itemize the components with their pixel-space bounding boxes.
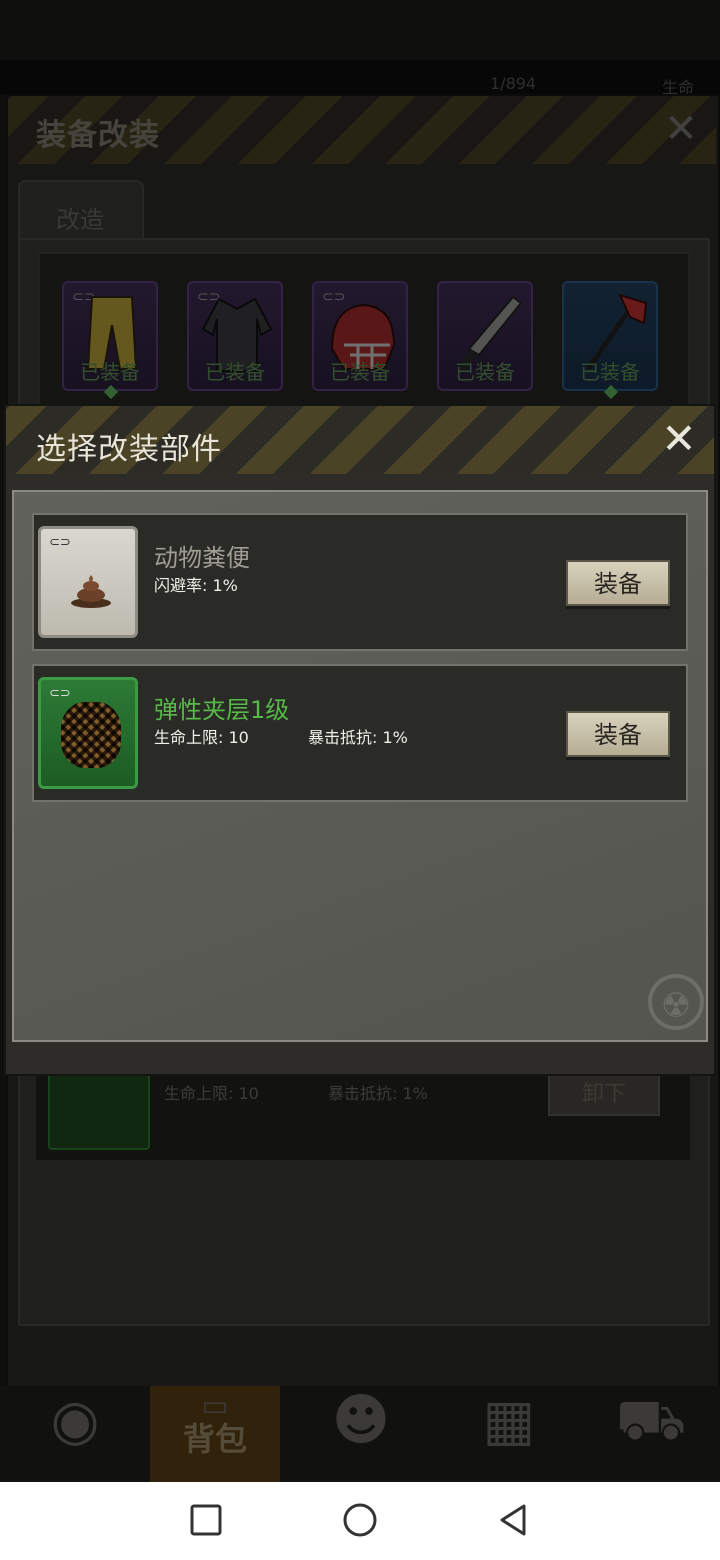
nav-skills[interactable]: ☻: [296, 1386, 426, 1482]
equip-button[interactable]: 装备: [566, 560, 670, 606]
top-status-bar: [0, 60, 720, 94]
slot-pants[interactable]: ⊂⊃ 已装备: [62, 281, 158, 400]
globe-icon: ◉: [50, 1388, 100, 1453]
head-gear-icon: ☻: [331, 1388, 391, 1453]
part-stat-hp: 生命上限: 10: [154, 728, 249, 747]
nav-craft[interactable]: ▦: [444, 1386, 574, 1482]
dialog-title: 选择改装部件: [36, 432, 222, 467]
slot-equipped-label: 已装备: [580, 360, 640, 384]
part-name: 弹性夹层1级: [154, 696, 290, 724]
equipped-stat-crit-resist: 暴击抵抗: 1%: [328, 1084, 428, 1103]
slot-axe[interactable]: 已装备: [562, 281, 658, 400]
page-count-text: 1/894: [490, 74, 537, 93]
slot-equipped-label: 已装备: [80, 360, 140, 384]
part-stat-crit-resist: 暴击抵抗: 1%: [308, 728, 408, 747]
slot-blade[interactable]: 已装备: [437, 281, 533, 391]
slot-helmet[interactable]: ⊂⊃ 已装备: [312, 281, 408, 391]
nav-shop[interactable]: ⛟: [586, 1386, 716, 1482]
modify-panel-close-icon[interactable]: ✕: [660, 108, 702, 150]
tab-modify-label: 改造: [56, 206, 104, 234]
nav-world[interactable]: ◉: [10, 1386, 140, 1482]
slot-equipped-label: 已装备: [205, 360, 265, 384]
slot-jacket[interactable]: ⊂⊃ 已装备: [187, 281, 283, 391]
link-icon: ⊂⊃: [49, 686, 71, 701]
mesh-icon: [61, 702, 121, 768]
radiation-icon: ☢: [648, 974, 704, 1030]
home-circle-icon[interactable]: [340, 1500, 380, 1540]
link-icon: ⊂⊃: [49, 535, 71, 550]
back-triangle-icon[interactable]: [494, 1500, 534, 1540]
part-thumb-elastic-layer[interactable]: ⊂⊃: [38, 677, 138, 789]
calculator-icon: ▦: [482, 1388, 536, 1453]
dialog-close-icon[interactable]: ✕: [658, 418, 700, 460]
modify-panel-title: 装备改装: [36, 118, 160, 153]
part-stat-dodge: 闪避率: 1%: [154, 576, 238, 595]
feces-icon: [71, 575, 111, 608]
part-thumb-animal-feces[interactable]: ⊂⊃: [38, 526, 138, 638]
recents-square-icon[interactable]: [186, 1500, 226, 1540]
equipped-stat-hp: 生命上限: 10: [164, 1084, 259, 1103]
equip-button[interactable]: 装备: [566, 711, 670, 757]
nav-backpack[interactable]: ▭ 背包: [150, 1386, 280, 1482]
nav-backpack-label: 背包: [182, 1420, 247, 1458]
part-name: 动物粪便: [154, 544, 250, 572]
unequip-button[interactable]: 卸下: [548, 1074, 660, 1116]
cart-icon: ⛟: [615, 1388, 687, 1453]
slot-equipped-label: 已装备: [330, 360, 390, 384]
slot-equipped-label: 已装备: [455, 360, 515, 384]
